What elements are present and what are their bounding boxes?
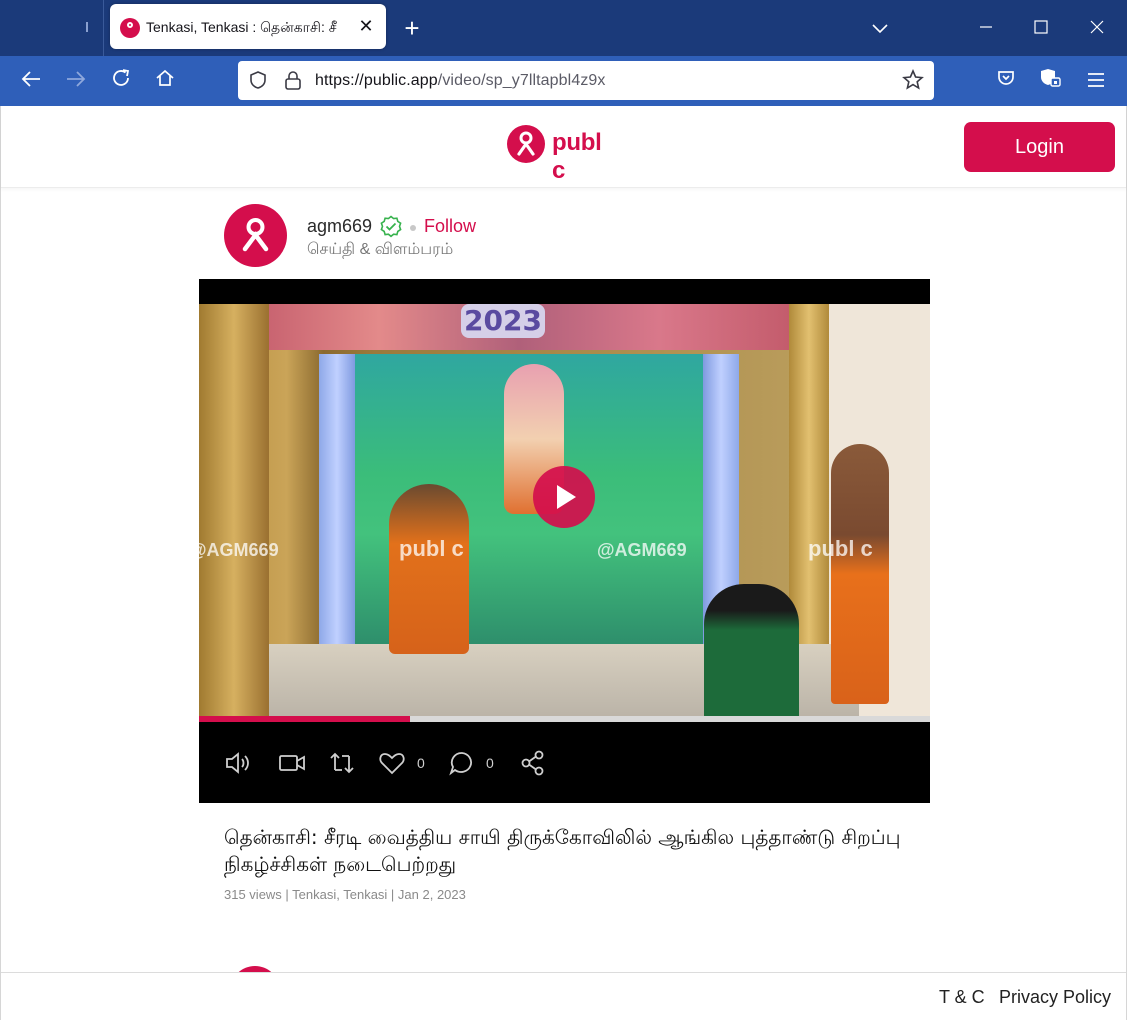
watermark-handle-center: @AGM669 [597,540,687,560]
watermark-handle-left: @AGM669 [199,540,279,560]
home-icon[interactable] [151,67,179,95]
comment-icon[interactable] [447,748,477,778]
active-tab[interactable]: Tenkasi, Tenkasi : தென்காசி: சீ ✕ [110,4,386,49]
video-player[interactable]: 2023 @AGM669 publ c @AGM669 publ c [199,279,930,803]
scene-year-banner: 2023 [461,304,545,338]
follow-button[interactable]: Follow [424,216,476,237]
url-domain: https://public.app [315,72,438,89]
extension-icon[interactable] [1037,67,1065,95]
tab-title: Tenkasi, Tenkasi : தென்காசி: சீ [146,19,337,35]
logo-mark-icon [507,125,545,163]
reload-icon[interactable] [107,67,135,95]
site-header: publ c Login [1,106,1126,188]
scene-pillar-left [199,304,269,716]
url-text[interactable]: https://public.app/video/sp_y7lltapbl4z9… [315,72,606,90]
pocket-icon[interactable] [992,67,1020,95]
login-button[interactable]: Login [964,122,1115,172]
browser-tabbar: Tenkasi, Tenkasi : தென்காசி: சீ ✕ + [0,0,1127,56]
new-tab-button[interactable]: + [398,14,426,42]
watermark-brand-left: publ c [399,536,464,561]
window-close-icon[interactable] [1083,14,1111,42]
video-controls: 0 0 [199,722,930,803]
username[interactable]: agm669 [307,216,372,237]
like-count: 0 [417,755,425,771]
speaker-icon[interactable] [223,748,253,778]
user-category: செய்தி & விளம்பரம் [307,241,454,258]
tab-separator [86,22,88,32]
heart-icon[interactable] [377,748,407,778]
scene-priest-right [831,444,889,704]
menu-icon[interactable] [1082,67,1110,95]
previous-tab[interactable] [0,0,104,56]
watermark-brand-right: publ c [808,536,873,561]
logo-wordmark: publ c [552,129,602,184]
browser-navbar: https://public.app/video/sp_y7lltapbl4z9… [0,56,1127,106]
comment-count: 0 [486,755,494,771]
verified-icon [380,215,402,238]
maximize-icon[interactable] [1027,14,1055,42]
site-footer: T & C Privacy Policy [1,972,1126,1020]
terms-link[interactable]: T & C [939,987,985,1008]
star-icon[interactable] [902,69,924,91]
address-bar[interactable]: https://public.app/video/sp_y7lltapbl4z9… [238,61,934,100]
url-path: /video/sp_y7lltapbl4z9x [437,72,606,89]
scene-priest-left [389,484,469,654]
list-tabs-chevron-icon[interactable] [866,14,894,42]
video-frame[interactable]: 2023 @AGM669 publ c @AGM669 publ c [199,304,930,716]
share-icon[interactable] [518,748,548,778]
scene-curtain-left [319,354,355,654]
avatar[interactable] [224,204,287,267]
lock-icon[interactable] [284,70,302,90]
repost-icon[interactable] [327,748,357,778]
back-arrow-icon[interactable] [17,67,45,95]
web-page: publ c Login agm669 Follow செய்தி & விளம… [0,106,1127,1020]
scene-devotee [704,584,799,716]
separator-dot [410,225,416,231]
shield-icon[interactable] [248,70,268,90]
close-tab-icon[interactable]: ✕ [356,16,376,36]
post-meta: 315 views | Tenkasi, Tenkasi | Jan 2, 20… [224,887,466,902]
post-caption[interactable]: தென்காசி: சீரடி வைத்திய சாயி திருக்கோவில… [224,824,904,878]
privacy-policy-link[interactable]: Privacy Policy [999,987,1111,1008]
minimize-icon[interactable] [972,14,1000,42]
favicon-icon [120,18,140,38]
camera-icon[interactable] [277,748,307,778]
play-icon[interactable] [533,466,595,528]
forward-arrow-icon[interactable] [62,67,90,95]
